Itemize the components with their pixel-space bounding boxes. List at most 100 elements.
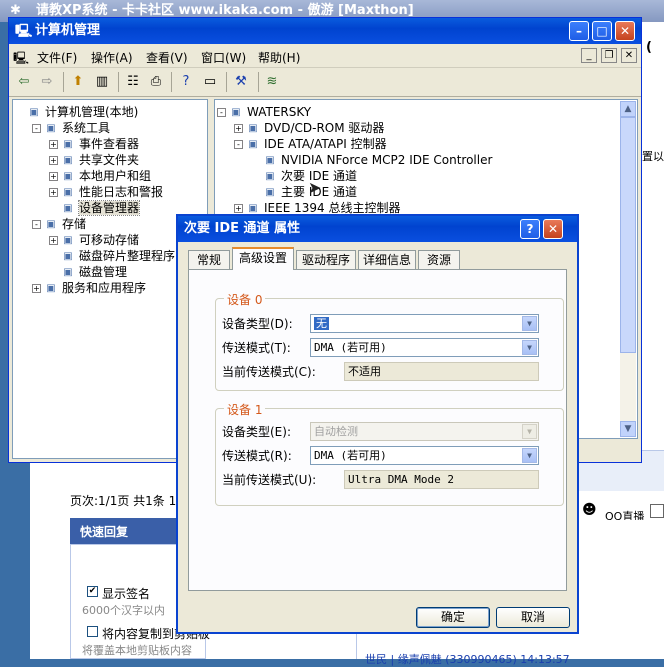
menu-view[interactable]: 查看(V) xyxy=(146,49,188,66)
tree-item[interactable]: - ▣ 存储 xyxy=(32,216,86,232)
tree-item[interactable]: - ▣ IDE ATA/ATAPI 控制器 xyxy=(234,136,387,152)
expand-icon[interactable]: + xyxy=(234,204,243,213)
tree-item-label: 服务和应用程序 xyxy=(62,281,147,295)
tree-item[interactable]: ▣ 磁盘碎片整理程序 xyxy=(49,248,175,264)
expand-icon[interactable]: + xyxy=(49,156,58,165)
cancel-button[interactable]: 取消 xyxy=(496,607,570,628)
char-limit-note: 6000个汉字以内 xyxy=(82,604,165,617)
scroll-up-button[interactable]: ▲ xyxy=(620,101,636,117)
expand-icon[interactable]: + xyxy=(49,188,58,197)
show-hide-tree-icon[interactable]: ▥ xyxy=(91,71,113,93)
chevron-down-icon[interactable]: ▼ xyxy=(522,316,537,331)
tree-item[interactable]: + ▣ 共享文件夹 xyxy=(49,152,139,168)
dialog-close-button[interactable]: ✕ xyxy=(543,219,563,239)
shared-folder-icon: ▣ xyxy=(63,155,73,166)
device0-current-label: 当前传送模式(C): xyxy=(222,365,316,379)
tab-general[interactable]: 常规 xyxy=(188,250,230,269)
ide-channel-icon: ▣ xyxy=(265,171,275,182)
mmc-icon: 🖳 xyxy=(13,51,30,65)
collapse-icon[interactable]: - xyxy=(217,108,226,117)
tree-item-label: 本地用户和组 xyxy=(79,169,152,183)
tree-item-label: 系统工具 xyxy=(62,121,111,135)
browser-right-text-2: 置以 xyxy=(642,150,664,163)
tree-item-label: WATERSKY xyxy=(247,105,312,119)
collapse-icon[interactable]: - xyxy=(32,220,41,229)
device0-type-select[interactable]: 无 ▼ xyxy=(310,314,539,333)
tree-item[interactable]: - ▣ 系统工具 xyxy=(32,120,110,136)
device0-current-value: 不适用 xyxy=(344,362,539,381)
device0-mode-select[interactable]: DMA (若可用) ▼ xyxy=(310,338,539,357)
computer-icon: ▣ xyxy=(29,107,39,118)
device1-mode-select[interactable]: DMA (若可用) ▼ xyxy=(310,446,539,465)
scroll-down-button[interactable]: ▼ xyxy=(620,421,636,437)
tab-advanced[interactable]: 高级设置 xyxy=(232,247,294,270)
tree-item[interactable]: ▣ NVIDIA NForce MCP2 IDE Controller xyxy=(251,152,492,168)
tab-details[interactable]: 详细信息 xyxy=(358,250,416,269)
tab-driver[interactable]: 驱动程序 xyxy=(296,250,356,269)
tree-item[interactable]: ▣ 次要 IDE 通道 xyxy=(251,168,357,184)
tab-content: 设备 0 设备类型(D): 无 ▼ 传送模式(T): DMA (若可用) ▼ 当… xyxy=(188,269,567,591)
tree-item-label: IDE ATA/ATAPI 控制器 xyxy=(264,137,387,151)
expand-icon[interactable]: + xyxy=(32,284,41,293)
cm-titlebar[interactable]: 🖳 计算机管理 – □ ✕ xyxy=(9,18,641,44)
ok-button[interactable]: 确定 xyxy=(416,607,490,628)
ide-controller-icon: ▣ xyxy=(248,139,258,150)
tab-resources[interactable]: 资源 xyxy=(418,250,460,269)
properties-icon[interactable]: ☷ xyxy=(122,71,144,93)
vertical-scrollbar[interactable]: ▲ ▼ xyxy=(620,101,636,437)
uninstall-icon[interactable] xyxy=(261,71,283,93)
minimize-button[interactable]: – xyxy=(569,21,589,41)
services-icon: ▣ xyxy=(46,283,56,294)
expand-icon[interactable]: + xyxy=(49,140,58,149)
collapse-icon[interactable]: - xyxy=(234,140,243,149)
tree-item[interactable]: ▣ 计算机管理(本地) xyxy=(15,104,138,120)
device0-type-value: 无 xyxy=(314,317,329,330)
expand-icon[interactable]: + xyxy=(49,236,58,245)
tree-item[interactable]: ▣ 磁盘管理 xyxy=(49,264,127,280)
menu-action[interactable]: 操作(A) xyxy=(91,49,133,66)
tree-item[interactable]: + ▣ 本地用户和组 xyxy=(49,168,151,184)
tree-item[interactable]: + ▣ 服务和应用程序 xyxy=(32,280,146,296)
print-icon[interactable]: ⎙ xyxy=(145,71,167,93)
tree-item-label: 可移动存储 xyxy=(79,233,140,247)
mdi-restore-button[interactable]: ❐ xyxy=(601,48,617,63)
close-button[interactable]: ✕ xyxy=(615,21,635,41)
toolbar-separator xyxy=(171,72,172,92)
tree-item[interactable]: + ▣ DVD/CD-ROM 驱动器 xyxy=(234,120,384,136)
tree-item[interactable]: ▣ 主要 IDE 通道 xyxy=(251,184,357,200)
device1-group-label: 设备 1 xyxy=(224,401,266,418)
copy-clipboard-checkbox[interactable] xyxy=(87,626,98,637)
chevron-down-icon[interactable]: ▼ xyxy=(522,340,537,355)
tree-item[interactable]: + ▣ 性能日志和警报 xyxy=(49,184,163,200)
chevron-down-icon[interactable]: ▼ xyxy=(522,448,537,463)
maximize-button[interactable]: □ xyxy=(592,21,612,41)
mdi-minimize-button[interactable]: _ xyxy=(581,48,597,63)
collapse-icon[interactable]: - xyxy=(32,124,41,133)
menu-file[interactable]: 文件(F) xyxy=(37,49,77,66)
tree-item[interactable]: + ▣ 事件查看器 xyxy=(49,136,139,152)
menu-window[interactable]: 窗口(W) xyxy=(201,49,246,66)
menu-help[interactable]: 帮助(H) xyxy=(258,49,300,66)
device-manager-icon: ▣ xyxy=(63,203,73,214)
chevron-down-icon: ▼ xyxy=(522,424,537,439)
toolbar-separator xyxy=(118,72,119,92)
scroll-thumb[interactable] xyxy=(620,117,636,353)
help-icon[interactable]: ? xyxy=(175,71,197,93)
back-icon[interactable]: ⇦ xyxy=(13,71,35,93)
grid-icon[interactable] xyxy=(650,504,664,518)
cdrom-icon: ▣ xyxy=(248,123,258,134)
tree-item[interactable]: + ▣ 可移动存储 xyxy=(49,232,139,248)
show-signature-checkbox[interactable]: ✔ xyxy=(87,586,98,597)
device0-mode-label: 传送模式(T): xyxy=(222,341,291,355)
tree-item[interactable]: ▣ 设备管理器 xyxy=(49,200,141,216)
dialog-titlebar[interactable]: 次要 IDE 通道 属性 ? ✕ xyxy=(178,216,577,242)
mdi-close-button[interactable]: ✕ xyxy=(621,48,637,63)
disable-device-icon[interactable] xyxy=(237,71,259,93)
forward-icon[interactable]: ⇨ xyxy=(36,71,58,93)
tree-item[interactable]: - ▣ WATERSKY xyxy=(217,104,311,120)
expand-icon[interactable]: + xyxy=(49,172,58,181)
dialog-help-button[interactable]: ? xyxy=(520,219,540,239)
expand-icon[interactable]: + xyxy=(234,124,243,133)
console-icon[interactable]: ▭ xyxy=(199,71,221,93)
up-folder-icon[interactable]: ⬆ xyxy=(67,71,89,93)
